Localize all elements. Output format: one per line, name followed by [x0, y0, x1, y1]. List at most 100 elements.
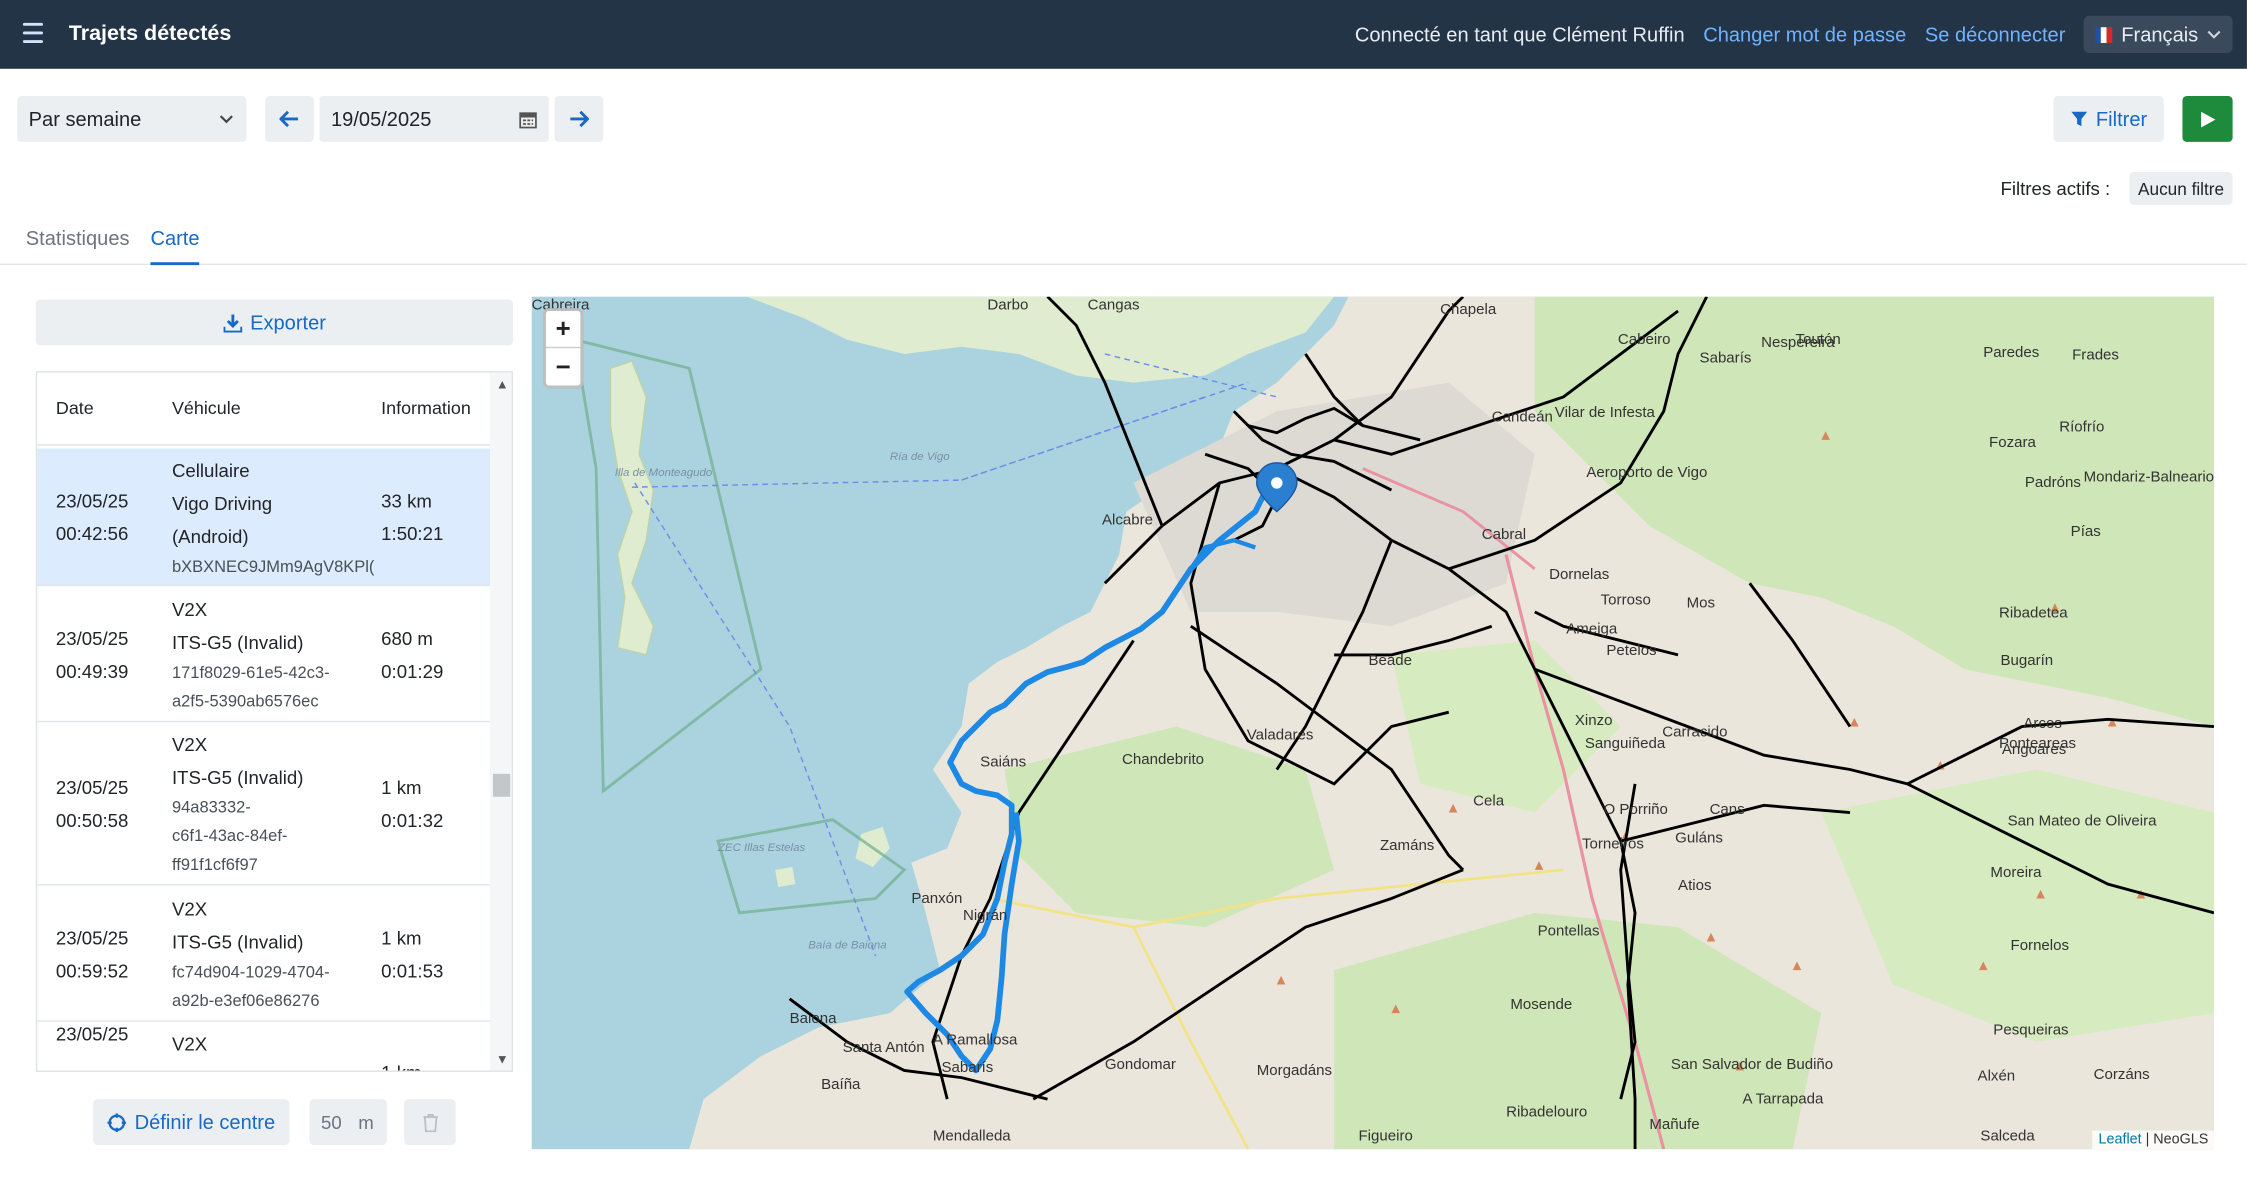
map-place-label: Darbo [987, 296, 1029, 314]
map-place-label: Cans [1709, 801, 1745, 819]
map-place-label: San Salvador de Budiño [1670, 1056, 1834, 1074]
map-place-label: Zamáns [1379, 836, 1435, 855]
map-place-label: Candeán [1491, 408, 1553, 426]
map-place-label: Bugarín [2000, 652, 2054, 670]
scroll-up-arrow-icon[interactable]: ▲ [496, 377, 509, 391]
period-select[interactable]: Par semaine [17, 96, 247, 142]
table-row[interactable]: 23/05/25 00:50:58 V2X ITS-G5 (Invalid) 94a83… [37, 722, 491, 886]
map-place-label: Beade [1368, 652, 1413, 670]
table-scrollbar[interactable]: ▲ ▼ [490, 372, 512, 1071]
column-date[interactable]: Date [56, 398, 94, 418]
map-place-label: Illa de Monteagudo [614, 465, 713, 479]
map-place-label: Baiona [789, 1010, 837, 1028]
map-place-label: Valadares [1246, 726, 1314, 744]
map-place-label: Panxón [911, 889, 963, 908]
map-place-label: Mendalleda [932, 1127, 1011, 1145]
map-place-label: Santa Antón [842, 1038, 925, 1057]
previous-period-button[interactable] [265, 96, 314, 142]
map-place-label: Pesqueiras [1993, 1021, 2069, 1039]
column-vehicle[interactable]: Véhicule [172, 398, 241, 418]
tab-carte[interactable]: Carte [150, 226, 200, 266]
map-place-label: O Porriño [1603, 801, 1668, 819]
trip-distance: 1 km [381, 776, 422, 799]
zoom-control: + − [543, 308, 584, 389]
map-place-label: Padróns [2024, 474, 2081, 492]
map-place-label: Mondariz-Balneario [2083, 468, 2214, 486]
trip-date: 23/05/25 [55, 1023, 129, 1045]
date-input[interactable]: 19/05/2025 [319, 96, 549, 142]
set-centre-button[interactable]: Définir le centre [93, 1099, 290, 1145]
play-icon [2200, 111, 2215, 127]
map-place-label: Pontellas [1537, 922, 1600, 941]
trip-distance: 1 km [381, 926, 422, 948]
active-filters-label: Filtres actifs : [2000, 177, 2111, 200]
map-place-label: Aeroporto de Vigo [1586, 464, 1708, 482]
filter-icon [2070, 111, 2087, 127]
period-value: Par semaine [28, 107, 142, 131]
table-row[interactable]: 23/05/25 00:59:52 V2X ITS-G5 (Invalid) fc74d… [37, 886, 491, 1022]
map-place-label: Pías [2070, 523, 2101, 541]
play-button[interactable] [2182, 96, 2233, 142]
trip-time: 00:42:56 [55, 523, 129, 545]
top-navbar: Trajets détectés Connecté en tant que Cl… [0, 0, 2247, 69]
map-place-label: Mañufe [1649, 1116, 1700, 1134]
vehicle-type: Cellulaire [171, 459, 250, 482]
trash-icon [422, 1113, 438, 1132]
map-place-label: Vilar de Infesta [1554, 404, 1655, 422]
map-place-label: Angoares [2001, 740, 2067, 759]
zoom-in-button[interactable]: + [545, 311, 581, 349]
tab-statistiques[interactable]: Statistiques [26, 226, 130, 249]
french-flag-icon [2095, 26, 2113, 43]
vehicle-id: c6f1-43ac-84ef- [171, 828, 288, 846]
vehicle-type: V2X [171, 733, 208, 756]
vehicle-id: ff91f1cf6f97 [171, 856, 258, 875]
map-place-label: Baía de Baiona [808, 938, 887, 952]
map-view[interactable]: Darbo Cangas Chapela Cabeiro Sabarís Nesperei… [531, 296, 2214, 1150]
map-place-label: Corzáns [2093, 1066, 2150, 1084]
filter-button[interactable]: Filtrer [2053, 96, 2164, 142]
zoom-out-button[interactable]: − [546, 348, 580, 385]
change-password-link[interactable]: Changer mot de passe [1703, 23, 1906, 46]
vehicle-name: (Android) [171, 525, 249, 548]
trip-duration: 0:01:32 [381, 809, 444, 832]
crosshair-icon [107, 1112, 127, 1132]
map-place-label: Sabarís [941, 1058, 994, 1077]
map-place-label: Carracido [1662, 723, 1728, 741]
language-select[interactable]: Français [2084, 15, 2233, 54]
trip-time: 00:49:39 [55, 659, 129, 682]
trip-date: 23/05/25 [55, 626, 129, 649]
map-tiles[interactable] [531, 296, 2214, 1150]
table-row[interactable]: 23/05/25 00:42:56 Cellulaire Vigo Driving (A… [37, 448, 491, 587]
vehicle-name: ITS-G5 (Invalid) [171, 631, 304, 653]
active-filters-badge: Aucun filtre [2129, 171, 2233, 205]
logout-link[interactable]: Se déconnecter [1925, 23, 2066, 46]
trip-time: 00:59:52 [55, 959, 129, 981]
trip-date: 23/05/25 [55, 490, 129, 512]
map-place-label: Cabeiro [1617, 331, 1671, 349]
next-period-button[interactable] [554, 96, 604, 142]
language-label: Français [2121, 22, 2199, 46]
map-place-label: Alcabre [1101, 511, 1154, 529]
delete-centre-button[interactable] [404, 1099, 456, 1145]
radius-unit: m [358, 1111, 374, 1133]
trip-distance: 680 m [381, 626, 433, 649]
map-place-label: Ribadelouro [1506, 1103, 1588, 1121]
tab-bar: Statistiques Carte [0, 218, 2247, 266]
radius-input[interactable]: 50 m [309, 1099, 387, 1145]
leaflet-link[interactable]: Leaflet [2099, 1132, 2142, 1148]
scrollbar-thumb[interactable] [492, 773, 511, 797]
map-place-label: A Ramallosa [932, 1031, 1018, 1049]
vehicle-id: a92b-e3ef06e86276 [171, 992, 320, 1010]
column-information[interactable]: Information [381, 398, 471, 418]
map-place-label: Torneiros [1582, 835, 1644, 853]
calendar-icon[interactable] [519, 110, 538, 129]
map-place-label: Torroso [1600, 591, 1651, 610]
hamburger-icon[interactable] [22, 22, 43, 43]
date-value: 19/05/2025 [331, 107, 432, 131]
scroll-down-arrow-icon[interactable]: ▼ [496, 1052, 509, 1066]
table-row[interactable]: 23/05/25 V2X 1 km [37, 1022, 490, 1070]
map-place-label: Mosende [1510, 995, 1573, 1014]
table-row[interactable]: 23/05/25 00:49:39 V2X ITS-G5 (Invalid) 171f8… [37, 586, 491, 723]
download-icon [222, 313, 242, 332]
export-button[interactable]: Exporter [35, 299, 514, 346]
